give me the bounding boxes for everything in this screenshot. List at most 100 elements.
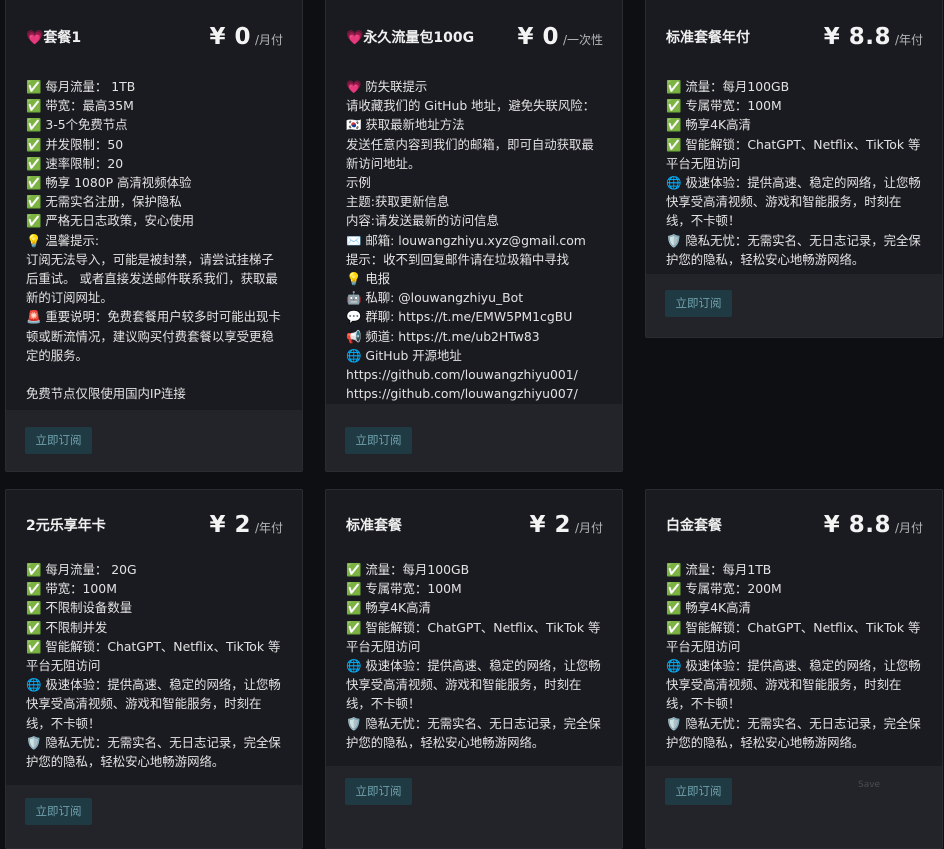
telegram-group-link[interactable]: 💬 群聊: https://t.me/EMW5PM1cgBU bbox=[346, 307, 603, 326]
plan-card-4: 2元乐享年卡 ¥ 2 /年付 ✅ 每月流量： 20G ✅ 带宽：100M ✅ 不… bbox=[5, 489, 303, 849]
plan-feature: 🌐 GitHub 开源地址 bbox=[346, 347, 462, 363]
plan-feature: ✅ 速率限制：20 bbox=[26, 155, 124, 171]
price-amount: ¥ 2 bbox=[209, 512, 251, 538]
plan-price: ¥ 2 /年付 bbox=[209, 512, 283, 538]
plan-feature: ✅ 不限制并发 bbox=[26, 619, 108, 635]
plan-note-title: 💡 温馨提示: bbox=[26, 232, 100, 248]
plan-price: ¥ 8.8 /月付 bbox=[824, 512, 923, 538]
plan-feature: ✅ 专属带宽：200M bbox=[666, 581, 782, 597]
plan-feature: ✅ 流量：每月100GB bbox=[346, 562, 470, 577]
plan-feature: ✅ 智能解锁：ChatGPT、Netflix、TikTok 等平台无阻访问 bbox=[666, 136, 921, 171]
plan-feature: ✅ 严格无日志政策，安心使用 bbox=[26, 213, 195, 229]
plan-feature: ✅ 畅享4K高清 bbox=[666, 117, 751, 133]
plan-name: 💗套餐1 bbox=[26, 30, 82, 46]
price-period: /年付 bbox=[894, 33, 923, 47]
price-period: /一次性 bbox=[562, 33, 603, 47]
subscribe-button[interactable]: 立即订阅 bbox=[25, 798, 92, 825]
card-footer: 立即订阅 bbox=[646, 766, 942, 848]
plan-feature: ✅ 带宽：最高35M bbox=[26, 98, 134, 114]
subscribe-button[interactable]: 立即订阅 bbox=[665, 778, 732, 805]
price-amount: ¥ 8.8 bbox=[823, 512, 891, 538]
card-footer: 立即订阅 bbox=[326, 766, 622, 848]
subscribe-button[interactable]: 立即订阅 bbox=[25, 427, 92, 454]
plan-name: 标准套餐 bbox=[346, 518, 402, 534]
plan-feature: 🛡️ 隐私无忧：无需实名、无日志记录，完全保护您的隐私，轻松安心地畅游网络。 bbox=[26, 734, 281, 770]
plan-feature: ✅ 专属带宽：100M bbox=[346, 581, 462, 597]
card-footer: 立即订阅 bbox=[646, 274, 942, 337]
plan-feature: ✅ 并发限制：50 bbox=[26, 136, 124, 152]
plan-name: 白金套餐 bbox=[666, 518, 722, 534]
plan-description: ✅ 流量：每月100GB ✅ 专属带宽：100M ✅ 畅享4K高清 ✅ 智能解锁… bbox=[666, 77, 923, 269]
plan-name: 标准套餐年付 bbox=[666, 30, 750, 46]
plan-feature: ✅ 每月流量： 1TB bbox=[26, 79, 136, 94]
plan-feature: ✅ 智能解锁：ChatGPT、Netflix、TikTok 等平台无阻访问 bbox=[666, 619, 921, 654]
github-link[interactable]: https://github.com/louwangzhiyu007/ bbox=[346, 384, 603, 403]
plan-card-3: 标准套餐年付 ¥ 8.8 /年付 ✅ 流量：每月100GB ✅ 专属带宽：100… bbox=[645, 0, 943, 338]
plan-description: ✅ 每月流量： 20G ✅ 带宽：100M ✅ 不限制设备数量 ✅ 不限制并发 … bbox=[26, 560, 283, 771]
plan-feature: ✅ 流量：每月1TB bbox=[666, 562, 772, 577]
plan-feature: ✅ 畅享4K高清 bbox=[346, 600, 431, 616]
price-period: /月付 bbox=[254, 33, 283, 47]
price-period: /年付 bbox=[254, 521, 283, 535]
plan-feature: 🌐 极速体验：提供高速、稳定的网络，让您畅快享受高清视频、游戏和智能服务，时刻在… bbox=[26, 677, 281, 731]
price-amount: ¥ 8.8 bbox=[823, 24, 891, 50]
plan-feature: 内容:请发送最新的访问信息 bbox=[346, 213, 499, 229]
plan-feature: ✅ 流量：每月100GB bbox=[666, 79, 790, 94]
price-amount: ¥ 0 bbox=[209, 24, 251, 50]
card-footer: 立即订阅 bbox=[326, 404, 622, 471]
telegram-channel-link[interactable]: 📢 频道: https://t.me/ub2HTw83 bbox=[346, 327, 603, 346]
plan-price: ¥ 0 /月付 bbox=[209, 24, 283, 50]
plan-description: ✅ 每月流量： 1TB ✅ 带宽：最高35M ✅ 3-5个免费节点 ✅ 并发限制… bbox=[26, 77, 283, 403]
plan-note: 免费节点仅限使用国内IP连接 bbox=[26, 386, 186, 402]
card-footer: 立即订阅 bbox=[6, 410, 302, 471]
plan-description: ✅ 流量：每月1TB ✅ 专属带宽：200M ✅ 畅享4K高清 ✅ 智能解锁：C… bbox=[666, 560, 923, 752]
plan-feature: 🌐 极速体验：提供高速、稳定的网络，让您畅快享受高清视频、游戏和智能服务，时刻在… bbox=[666, 658, 921, 712]
save-hint: Save bbox=[858, 780, 881, 790]
plan-feature: ✅ 畅享4K高清 bbox=[666, 600, 751, 616]
plan-feature: ✅ 带宽：100M bbox=[26, 581, 117, 597]
subscribe-button[interactable]: 立即订阅 bbox=[345, 778, 412, 805]
plan-description: ✅ 流量：每月100GB ✅ 专属带宽：100M ✅ 畅享4K高清 ✅ 智能解锁… bbox=[346, 560, 603, 752]
plan-feature: ✅ 畅享 1080P 高清视频体验 bbox=[26, 175, 192, 191]
price-amount: ¥ 2 bbox=[529, 512, 571, 538]
plan-feature: ✅ 无需实名注册，保护隐私 bbox=[26, 194, 182, 210]
plan-feature: 🛡️ 隐私无忧：无需实名、无日志记录，完全保护您的隐私，轻松安心地畅游网络。 bbox=[666, 232, 921, 267]
telegram-bot-link[interactable]: 🤖 私聊: @louwangzhiyu_Bot bbox=[346, 288, 603, 307]
plan-feature: ✅ 智能解锁：ChatGPT、Netflix、TikTok 等平台无阻访问 bbox=[26, 638, 281, 674]
plan-feature: ✅ 专属带宽：100M bbox=[666, 98, 782, 114]
plan-feature: 提示：收不到回复邮件请在垃圾箱中寻找 bbox=[346, 251, 570, 267]
plan-card-1: 💗套餐1 ¥ 0 /月付 ✅ 每月流量： 1TB ✅ 带宽：最高35M ✅ 3-… bbox=[5, 0, 303, 472]
github-link[interactable]: https://github.com/louwangzhiyu001/ bbox=[346, 365, 603, 384]
plan-feature: ✅ 每月流量： 20G bbox=[26, 562, 137, 577]
plan-feature: 💡 电报 bbox=[346, 271, 391, 287]
plan-feature: 🇰🇷 获取最新地址方法 bbox=[346, 117, 465, 133]
plan-feature: 示例 bbox=[346, 175, 371, 191]
price-period: /月付 bbox=[894, 521, 923, 535]
plan-note: 🚨 重要说明：免费套餐用户较多时可能出现卡顿或断流情况，建议购买付费套餐以享受更… bbox=[26, 309, 281, 363]
plan-feature: 🌐 极速体验：提供高速、稳定的网络，让您畅快享受高清视频、游戏和智能服务，时刻在… bbox=[666, 175, 921, 229]
plan-card-2: 💗永久流量包100G ¥ 0 /一次性 💗 防失联提示 请收藏我们的 GitHu… bbox=[325, 0, 623, 472]
plan-name: 💗永久流量包100G bbox=[346, 30, 475, 46]
plan-price: ¥ 2 /月付 bbox=[529, 512, 603, 538]
plan-card-6: 白金套餐 ¥ 8.8 /月付 ✅ 流量：每月1TB ✅ 专属带宽：200M ✅ … bbox=[645, 489, 943, 849]
plan-feature: ✅ 智能解锁：ChatGPT、Netflix、TikTok 等平台无阻访问 bbox=[346, 619, 601, 654]
plan-feature: ✅ 3-5个免费节点 bbox=[26, 117, 128, 133]
subscribe-button[interactable]: 立即订阅 bbox=[345, 427, 412, 454]
plan-feature: 请收藏我们的 GitHub 地址，避免失联风险： bbox=[346, 98, 596, 114]
plan-feature: ✅ 不限制设备数量 bbox=[26, 600, 133, 616]
price-amount: ¥ 0 bbox=[517, 24, 559, 50]
plan-feature: 发送任意内容到我们的邮箱，即可自动获取最新访问地址。 bbox=[346, 136, 594, 171]
plan-price: ¥ 0 /一次性 bbox=[517, 24, 603, 50]
price-period: /月付 bbox=[574, 521, 603, 535]
plan-feature: 主题:获取更新信息 bbox=[346, 194, 450, 210]
card-footer: 立即订阅 bbox=[6, 785, 302, 848]
plan-feature: 🛡️ 隐私无忧：无需实名、无日志记录，完全保护您的隐私，轻松安心地畅游网络。 bbox=[666, 715, 921, 750]
email-link[interactable]: ✉️ 邮箱: louwangzhiyu.xyz@gmail.com bbox=[346, 231, 603, 250]
plan-card-5: 标准套餐 ¥ 2 /月付 ✅ 流量：每月100GB ✅ 专属带宽：100M ✅ … bbox=[325, 489, 623, 849]
plan-note: 订阅无法导入，可能是被封禁，请尝试挂梯子后重试。 或者直接发送邮件联系我们，获取… bbox=[26, 251, 278, 306]
plan-feature: 💗 防失联提示 bbox=[346, 79, 428, 94]
subscribe-button[interactable]: 立即订阅 bbox=[665, 290, 732, 317]
plan-name: 2元乐享年卡 bbox=[26, 518, 106, 534]
plan-price: ¥ 8.8 /年付 bbox=[824, 24, 923, 50]
